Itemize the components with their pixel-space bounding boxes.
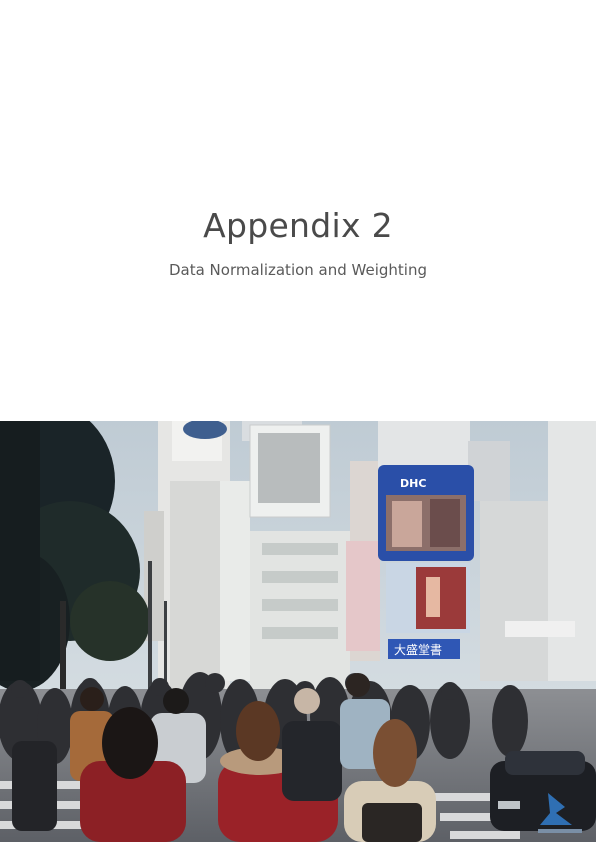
movie-billboard	[386, 563, 470, 633]
utility-pole	[164, 601, 167, 691]
cover-photo: DHC 大盛堂書	[0, 421, 596, 842]
crossing-sign-text: 大盛堂書	[394, 642, 442, 657]
page-title: Appendix 2	[203, 206, 393, 245]
crossing-sign: 大盛堂書	[388, 639, 460, 659]
dhc-billboard: DHC	[378, 465, 474, 561]
street-crossing-illustration: DHC 大盛堂書	[0, 421, 596, 842]
utility-pole	[148, 561, 152, 691]
car	[490, 751, 596, 831]
page-subtitle: Data Normalization and Weighting	[168, 261, 428, 279]
dhc-sign-text: DHC	[400, 477, 426, 490]
